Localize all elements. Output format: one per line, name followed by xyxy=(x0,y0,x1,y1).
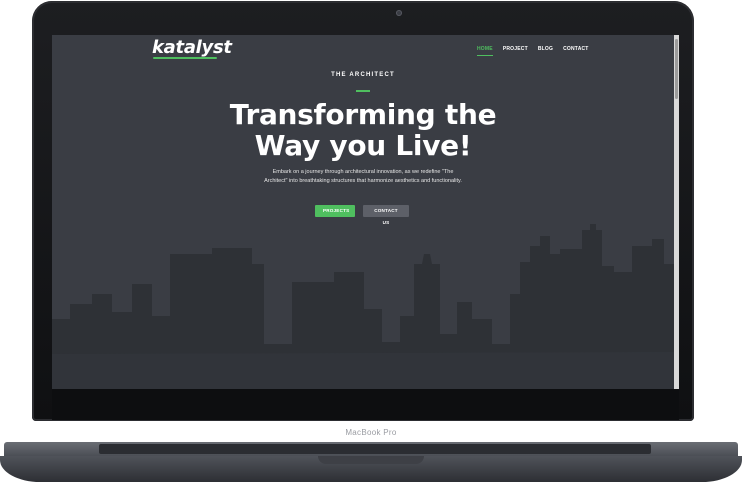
hero-eyebrow: THE ARCHITECT xyxy=(331,72,395,78)
hero-subtext: Embark on a journey through architectura… xyxy=(264,169,462,184)
hero-headline: Transforming the Way you Live! xyxy=(52,99,674,161)
screen-bezel xyxy=(52,389,679,420)
eyebrow-divider xyxy=(356,90,370,92)
logo-underline xyxy=(153,57,217,59)
headline-line-2: Way you Live! xyxy=(254,129,472,162)
hero-buttons: PROJECTS CONTACT US xyxy=(315,205,409,225)
scrollbar-thumb[interactable] xyxy=(675,39,678,99)
keyboard-edge xyxy=(99,444,651,454)
headline-line-1: Transforming the xyxy=(229,98,497,131)
nav-item-blog[interactable]: BLOG xyxy=(538,46,553,56)
laptop-base xyxy=(0,442,742,482)
open-notch xyxy=(318,456,424,464)
projects-button[interactable]: PROJECTS xyxy=(315,205,355,217)
main-nav: HOME PROJECT BLOG CONTACT xyxy=(477,46,589,56)
site-logo[interactable]: katalyst xyxy=(152,37,232,58)
city-skyline-image xyxy=(52,224,679,389)
device-label: MacBook Pro xyxy=(345,428,397,437)
nav-item-home[interactable]: HOME xyxy=(477,46,493,56)
page-scrollbar[interactable] xyxy=(674,35,679,389)
contact-us-button[interactable]: CONTACT US xyxy=(363,205,409,225)
nav-item-project[interactable]: PROJECT xyxy=(503,46,528,56)
laptop-screen: katalyst HOME PROJECT BLOG CONTACT THE A… xyxy=(52,35,679,389)
nav-item-contact[interactable]: CONTACT xyxy=(563,46,588,56)
base-hinge xyxy=(4,442,738,456)
camera-icon xyxy=(396,10,402,16)
